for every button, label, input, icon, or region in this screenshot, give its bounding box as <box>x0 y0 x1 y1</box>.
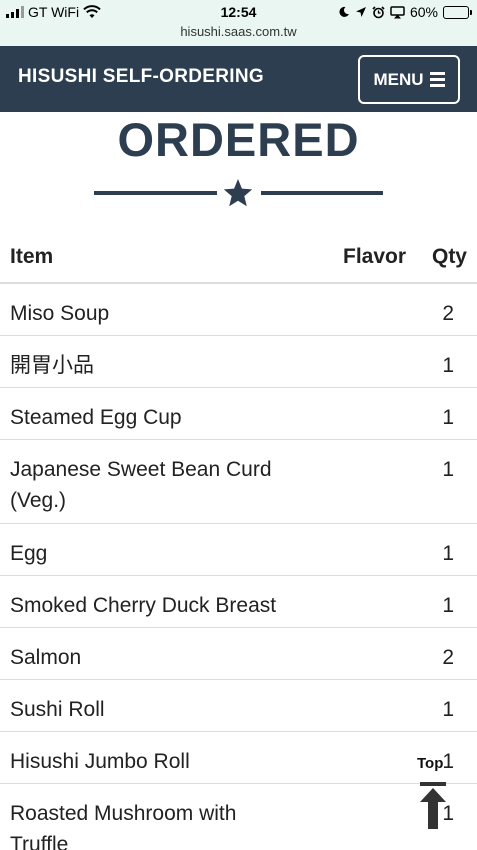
item-name: Steamed Egg Cup <box>10 406 182 429</box>
divider-line-right <box>261 191 383 195</box>
item-qty: 1 <box>442 354 454 377</box>
table-row: Hisushi Jumbo Roll 1 <box>0 732 477 784</box>
column-header-item: Item <box>10 245 54 268</box>
item-name: Japanese Sweet Bean Curd (Veg.) <box>10 458 272 512</box>
ios-status-bar: GT WiFi 12:54 60% hisushi.saas.com.tw <box>0 0 477 46</box>
ordered-items-table: Item Flavor Qty Miso Soup 2 開胃小品 1 Steam… <box>0 232 477 850</box>
item-name: Salmon <box>10 646 82 669</box>
table-row: Miso Soup 2 <box>0 284 477 336</box>
table-row: Sushi Roll 1 <box>0 680 477 732</box>
table-row: Salmon 2 <box>0 628 477 680</box>
page-title: ORDERED <box>117 113 360 166</box>
item-qty: 1 <box>442 406 454 429</box>
item-name: Hisushi Jumbo Roll <box>10 750 190 773</box>
back-to-top-button[interactable]: Top <box>413 752 453 832</box>
airplay-icon <box>390 5 405 18</box>
item-qty: 1 <box>442 698 454 721</box>
item-qty: 1 <box>442 594 454 617</box>
table-row: Steamed Egg Cup 1 <box>0 388 477 440</box>
menu-button-label: MENU <box>373 69 424 89</box>
item-qty: 1 <box>442 458 454 481</box>
item-qty: 1 <box>442 542 454 565</box>
star-icon <box>223 179 253 207</box>
column-header-qty: Qty <box>431 245 467 268</box>
url-bar[interactable]: hisushi.saas.com.tw <box>0 24 477 39</box>
item-name: 開胃小品 <box>10 354 94 377</box>
column-header-flavor: Flavor <box>343 245 407 268</box>
table-row: Japanese Sweet Bean Curd (Veg.) 1 <box>0 440 477 524</box>
arrow-up-icon <box>420 782 446 829</box>
item-name: Roasted Mushroom with Truffle <box>10 802 237 850</box>
item-name: Sushi Roll <box>10 698 105 721</box>
item-name: Smoked Cherry Duck Breast <box>10 594 277 617</box>
divider-line-left <box>94 191 217 195</box>
table-header: Item Flavor Qty <box>0 232 477 284</box>
brand-title[interactable]: HISUSHI SELF-ORDERING <box>18 66 264 88</box>
battery-percent: 60% <box>409 4 438 20</box>
star-divider <box>0 175 477 211</box>
table-row: Roasted Mushroom with Truffle 1 <box>0 784 477 850</box>
moon-icon <box>339 6 349 17</box>
item-qty: 2 <box>442 646 454 669</box>
back-to-top-label: Top <box>417 755 444 772</box>
location-arrow-icon <box>355 7 366 17</box>
table-row: Smoked Cherry Duck Breast 1 <box>0 576 477 628</box>
alarm-icon <box>372 5 385 18</box>
table-row: Egg 1 <box>0 524 477 576</box>
table-row: 開胃小品 1 <box>0 336 477 388</box>
item-name: Egg <box>10 542 48 565</box>
top-navbar: HISUSHI SELF-ORDERING MENU <box>0 46 477 112</box>
menu-button[interactable]: MENU <box>358 55 460 104</box>
battery-icon <box>443 5 472 19</box>
status-icons: 60% <box>338 4 472 20</box>
hamburger-icon <box>429 72 445 87</box>
item-name: Miso Soup <box>10 302 110 325</box>
item-qty: 2 <box>442 302 454 325</box>
